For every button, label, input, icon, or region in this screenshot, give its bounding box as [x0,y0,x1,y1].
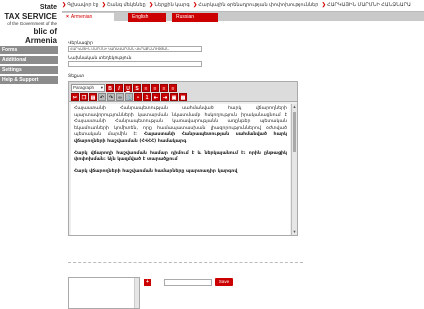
add-button[interactable]: + [144,279,151,286]
tab-armenian[interactable]: × Armenian [62,13,114,22]
scroll-thumb[interactable] [293,112,296,152]
language-tabs: × Armenian English Russian [62,11,424,22]
breadcrumb-item[interactable]: Գլխավոր էջ [67,2,98,8]
anchor-icon[interactable]: ⚓ [125,93,133,101]
paste-icon[interactable]: ▤ [89,93,97,101]
breadcrumb-arrow-icon: ❯ [149,2,154,8]
toolbar-row: Paragraph ▾ B I U S ≡ ≡ ≡ ≡ [71,84,177,92]
sidebar-item-settings[interactable]: Settings [0,66,58,75]
align-center-button[interactable]: ≡ [151,84,159,92]
site-logo[interactable]: State TAX SERVICE of the Government of t… [0,0,60,46]
breadcrumb-arrow-icon: ❯ [193,2,198,8]
chevron-down-icon: ▾ [100,85,103,90]
content-paragraph: Հարկ վճարողների հաշվառման համարները պարտ… [74,169,287,176]
sidebar: Forms Additional Settings Help & Support [0,46,58,86]
save-button[interactable]: Save [215,278,233,286]
link-icon[interactable]: ∞ [116,93,124,101]
sidebar-item-forms[interactable]: Forms [0,46,58,55]
copy-icon[interactable]: ❐ [80,93,88,101]
strikethrough-button[interactable]: S [133,84,141,92]
attachments-list[interactable] [68,277,140,309]
align-left-button[interactable]: ≡ [142,84,150,92]
content-paragraph: Հարկ վճարողի հաշվառման համար դիմում է և … [74,151,287,164]
undo-icon[interactable]: ↶ [98,93,106,101]
outdent-icon[interactable]: ⇤ [152,93,160,101]
editor-scrollbar[interactable]: ▲ ▼ [291,104,297,235]
breadcrumb-item[interactable]: Հարկային օրենսդրության փոփոխություններ [198,2,318,8]
redo-icon[interactable]: ↷ [107,93,115,101]
list-scrollbar[interactable] [134,278,139,308]
align-right-button[interactable]: ≡ [160,84,168,92]
content-background [300,22,424,262]
cut-icon[interactable]: ✂ [71,93,79,101]
short-input[interactable] [68,61,202,67]
editor-content[interactable]: Հայաստանի Հանրապետության սահմանված հարկ … [71,104,290,235]
italic-button[interactable]: I [115,84,123,92]
breadcrumb: ❯Գլխավոր էջ ❯Շանգ մեկենեը ❯Ներքին կարգ ❯… [60,0,424,11]
breadcrumb-arrow-icon: ❯ [62,2,67,8]
image-icon[interactable]: ▣ [170,93,178,101]
breadcrumb-item[interactable]: ՀԱՐԿԱՅԻՆ ՄԱՐՄՆԻ ՀԱՆՁՆԱՐԱ [327,2,411,8]
content-paragraph: Հայաստանի Հանրապետության սահմանված հարկ … [74,106,287,146]
tab-label: Armenian [70,14,93,20]
sidebar-item-additional[interactable]: Additional [0,56,58,65]
editor-toolbar: Paragraph ▾ B I U S ≡ ≡ ≡ ≡ ✂ ❐ ▤ ↶ ↷ ∞ … [69,82,297,102]
logo-line-2: TAX SERVICE [4,12,57,21]
breadcrumb-arrow-icon: ❯ [321,2,326,8]
format-select[interactable]: Paragraph ▾ [71,84,105,92]
underline-button[interactable]: U [124,84,132,92]
title-input[interactable]: ՀԱՐԿԱՅԻՆ ՄԱՐՄՆԻ ԿԱՌԱՎԱՐՄԱՆ ՎԵՐԱՔՆՆՈՒԹՅԱՆ [68,46,202,52]
numbered-list-icon[interactable]: 1 [143,93,151,101]
bold-button[interactable]: B [106,84,114,92]
table-icon[interactable]: ▦ [179,93,187,101]
paragraph-bold-text: Հարկ վճարողների հաշվառման համարները պարտ… [74,168,238,174]
format-select-value: Paragraph [73,85,95,90]
scroll-up-icon[interactable]: ▲ [292,104,297,110]
close-icon[interactable]: × [66,14,69,20]
breadcrumb-item[interactable]: Ներքին կարգ [154,2,189,8]
divider [68,262,303,263]
toolbar-row: ✂ ❐ ▤ ↶ ↷ ∞ ⚓ • 1 ⇤ ⇥ ▣ ▦ [71,93,187,101]
logo-line-1: State [39,4,57,11]
logo-line-4: blic of Armenia [24,27,57,45]
text-label: Տեքստ [68,73,85,78]
attachment-input[interactable] [164,279,212,286]
align-justify-button[interactable]: ≡ [169,84,177,92]
paragraph-bold-text: Հարկ վճարողի հաշվառման համար դիմում է և … [74,150,287,163]
bullet-list-icon[interactable]: • [134,93,142,101]
breadcrumb-item[interactable]: Շանգ մեկենեը [107,2,146,8]
scroll-down-icon[interactable]: ▼ [292,229,297,235]
tab-english[interactable]: English [128,13,166,22]
breadcrumb-arrow-icon: ❯ [101,2,106,8]
sidebar-item-help[interactable]: Help & Support [0,76,58,85]
rich-text-editor: Paragraph ▾ B I U S ≡ ≡ ≡ ≡ ✂ ❐ ▤ ↶ ↷ ∞ … [68,81,298,236]
indent-icon[interactable]: ⇥ [161,93,169,101]
tab-russian[interactable]: Russian [172,13,218,22]
